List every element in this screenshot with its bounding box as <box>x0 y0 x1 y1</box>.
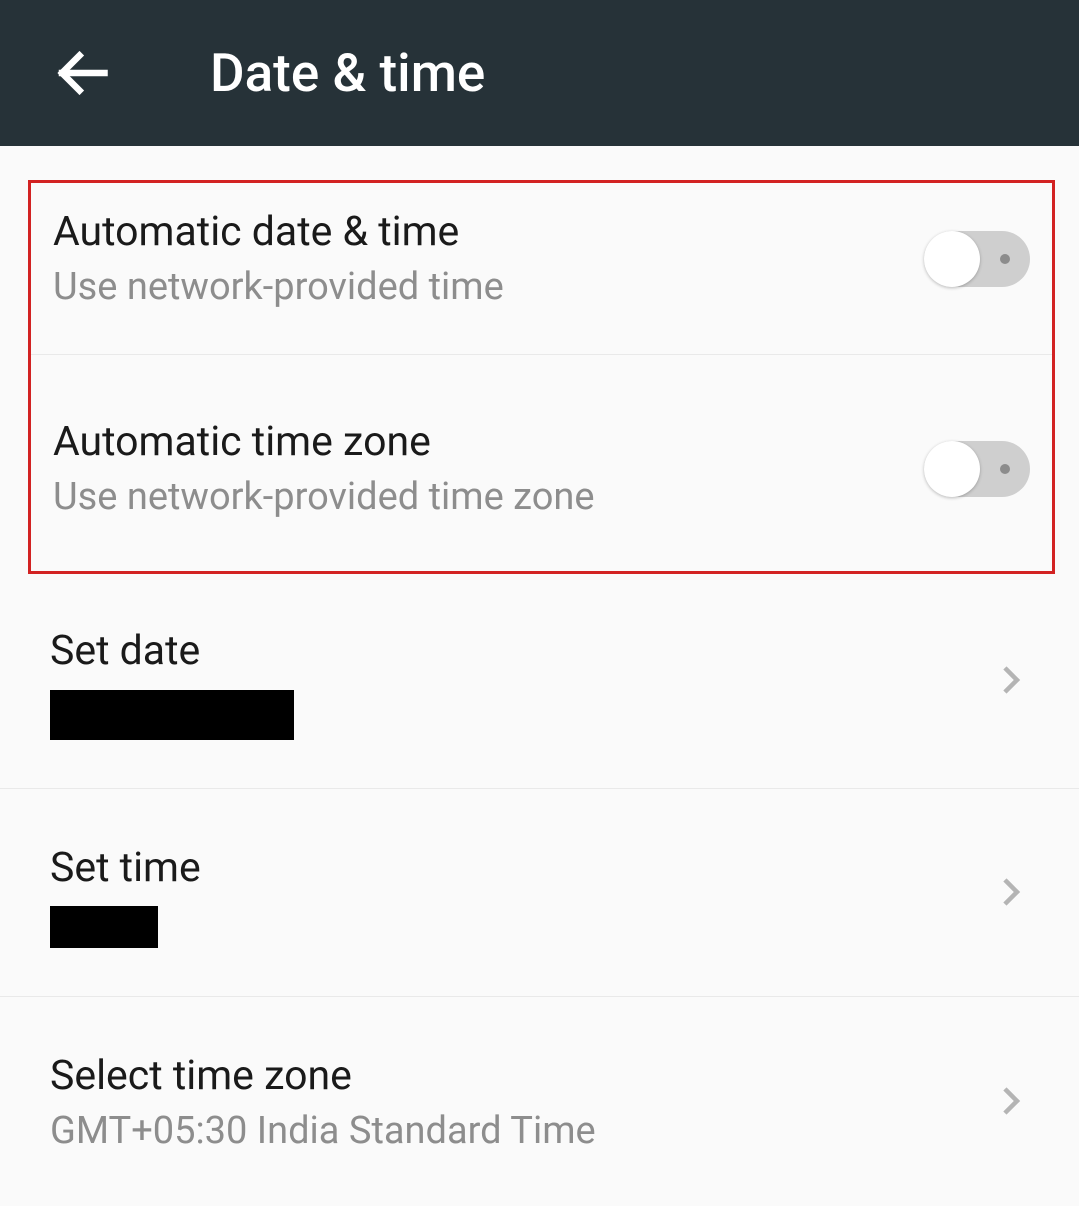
row-set-date[interactable]: Set date <box>0 574 1079 788</box>
row-text: Set time <box>50 841 973 948</box>
set-time-title: Set time <box>50 841 973 896</box>
time-zone-subtitle: GMT+05:30 India Standard Time <box>50 1106 973 1157</box>
time-zone-title: Select time zone <box>50 1049 973 1104</box>
toggle-auto-time-zone[interactable] <box>924 441 1030 497</box>
toggle-knob-icon <box>924 231 980 287</box>
row-text: Automatic date & time Use network-provid… <box>53 205 904 314</box>
row-auto-date-time[interactable]: Automatic date & time Use network-provid… <box>31 183 1052 355</box>
row-text: Automatic time zone Use network-provided… <box>53 415 904 524</box>
chevron-right-icon <box>993 1083 1029 1123</box>
toggle-knob-icon <box>924 441 980 497</box>
set-time-value-redacted <box>50 906 158 948</box>
set-date-title: Set date <box>50 624 973 679</box>
auto-date-time-subtitle: Use network-provided time <box>53 262 904 313</box>
toggle-dot-icon <box>1000 464 1010 474</box>
back-icon[interactable] <box>52 43 112 103</box>
page-title: Date & time <box>210 42 485 104</box>
auto-time-zone-subtitle: Use network-provided time zone <box>53 472 904 523</box>
row-text: Select time zone GMT+05:30 India Standar… <box>50 1049 973 1158</box>
chevron-right-icon <box>993 662 1029 702</box>
chevron-right-icon <box>993 874 1029 914</box>
content: Automatic date & time Use network-provid… <box>0 146 1079 1206</box>
row-select-time-zone[interactable]: Select time zone GMT+05:30 India Standar… <box>0 997 1079 1206</box>
auto-date-time-title: Automatic date & time <box>53 205 904 260</box>
row-set-time[interactable]: Set time <box>0 789 1079 997</box>
app-bar: Date & time <box>0 0 1079 146</box>
auto-time-zone-title: Automatic time zone <box>53 415 904 470</box>
highlight-box: Automatic date & time Use network-provid… <box>28 180 1055 574</box>
set-date-value-redacted <box>50 690 294 740</box>
row-auto-time-zone[interactable]: Automatic time zone Use network-provided… <box>31 355 1052 572</box>
toggle-dot-icon <box>1000 254 1010 264</box>
row-text: Set date <box>50 624 973 739</box>
toggle-auto-date-time[interactable] <box>924 231 1030 287</box>
